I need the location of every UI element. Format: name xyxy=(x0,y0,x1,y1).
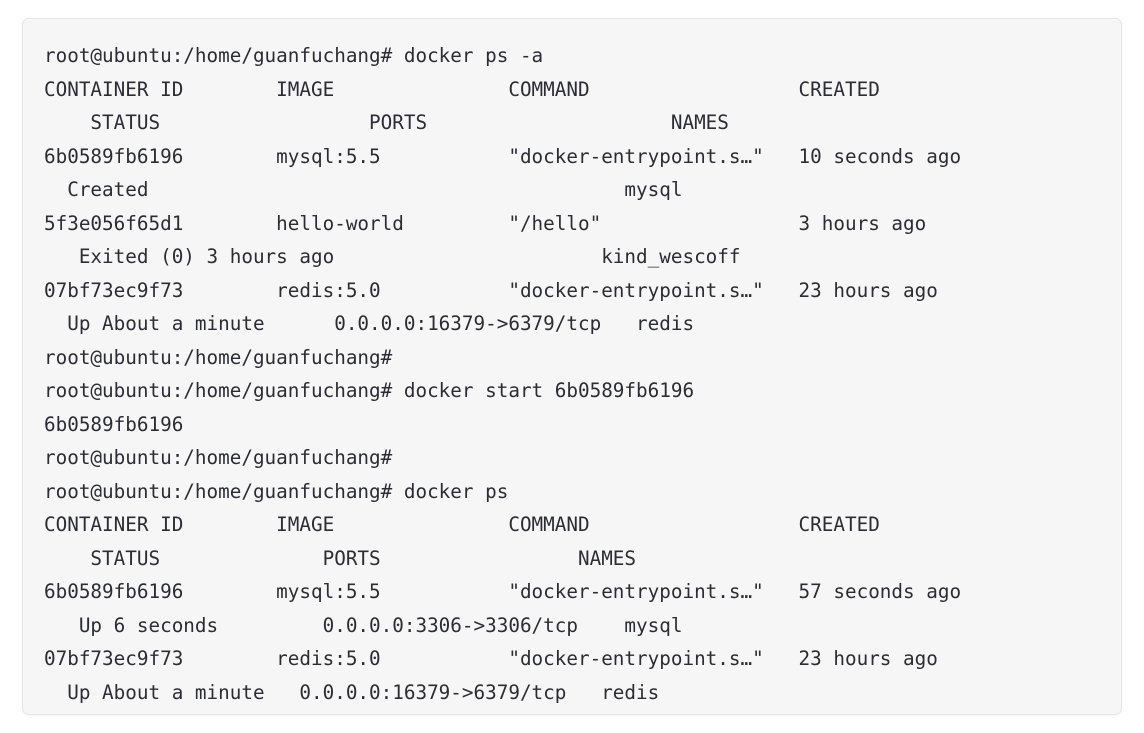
terminal-line: 07bf73ec9f73 redis:5.0 "docker-entrypoin… xyxy=(44,642,1121,676)
terminal-line: Exited (0) 3 hours ago kind_wescoff xyxy=(44,240,1121,274)
terminal-line: Up About a minute 0.0.0.0:16379->6379/tc… xyxy=(44,676,1121,710)
terminal-line: Up 6 seconds 0.0.0.0:3306->3306/tcp mysq… xyxy=(44,609,1121,643)
terminal-line: root@ubuntu:/home/guanfuchang# docker st… xyxy=(44,374,1121,408)
terminal-line: root@ubuntu:/home/guanfuchang# docker ps… xyxy=(44,39,1121,73)
terminal-line: root@ubuntu:/home/guanfuchang# docker ps xyxy=(44,475,1121,509)
terminal-line: 6b0589fb6196 mysql:5.5 "docker-entrypoin… xyxy=(44,575,1121,609)
terminal-line: Up About a minute 0.0.0.0:16379->6379/tc… xyxy=(44,307,1121,341)
terminal-line: STATUS PORTS NAMES xyxy=(44,106,1121,140)
terminal-line: root@ubuntu:/home/guanfuchang# xyxy=(44,341,1121,375)
terminal-line: 07bf73ec9f73 redis:5.0 "docker-entrypoin… xyxy=(44,274,1121,308)
terminal-output[interactable]: root@ubuntu:/home/guanfuchang# docker ps… xyxy=(23,19,1121,709)
terminal-line: root@ubuntu:/home/guanfuchang# xyxy=(44,441,1121,475)
terminal-line: CONTAINER ID IMAGE COMMAND CREATED xyxy=(44,508,1121,542)
terminal-line: CONTAINER ID IMAGE COMMAND CREATED xyxy=(44,73,1121,107)
terminal-line: 5f3e056f65d1 hello-world "/hello" 3 hour… xyxy=(44,207,1121,241)
terminal-line: 6b0589fb6196 mysql:5.5 "docker-entrypoin… xyxy=(44,140,1121,174)
terminal-line: STATUS PORTS NAMES xyxy=(44,542,1121,576)
terminal-panel: root@ubuntu:/home/guanfuchang# docker ps… xyxy=(22,18,1122,715)
terminal-line: 6b0589fb6196 xyxy=(44,408,1121,442)
terminal-line: Created mysql xyxy=(44,173,1121,207)
